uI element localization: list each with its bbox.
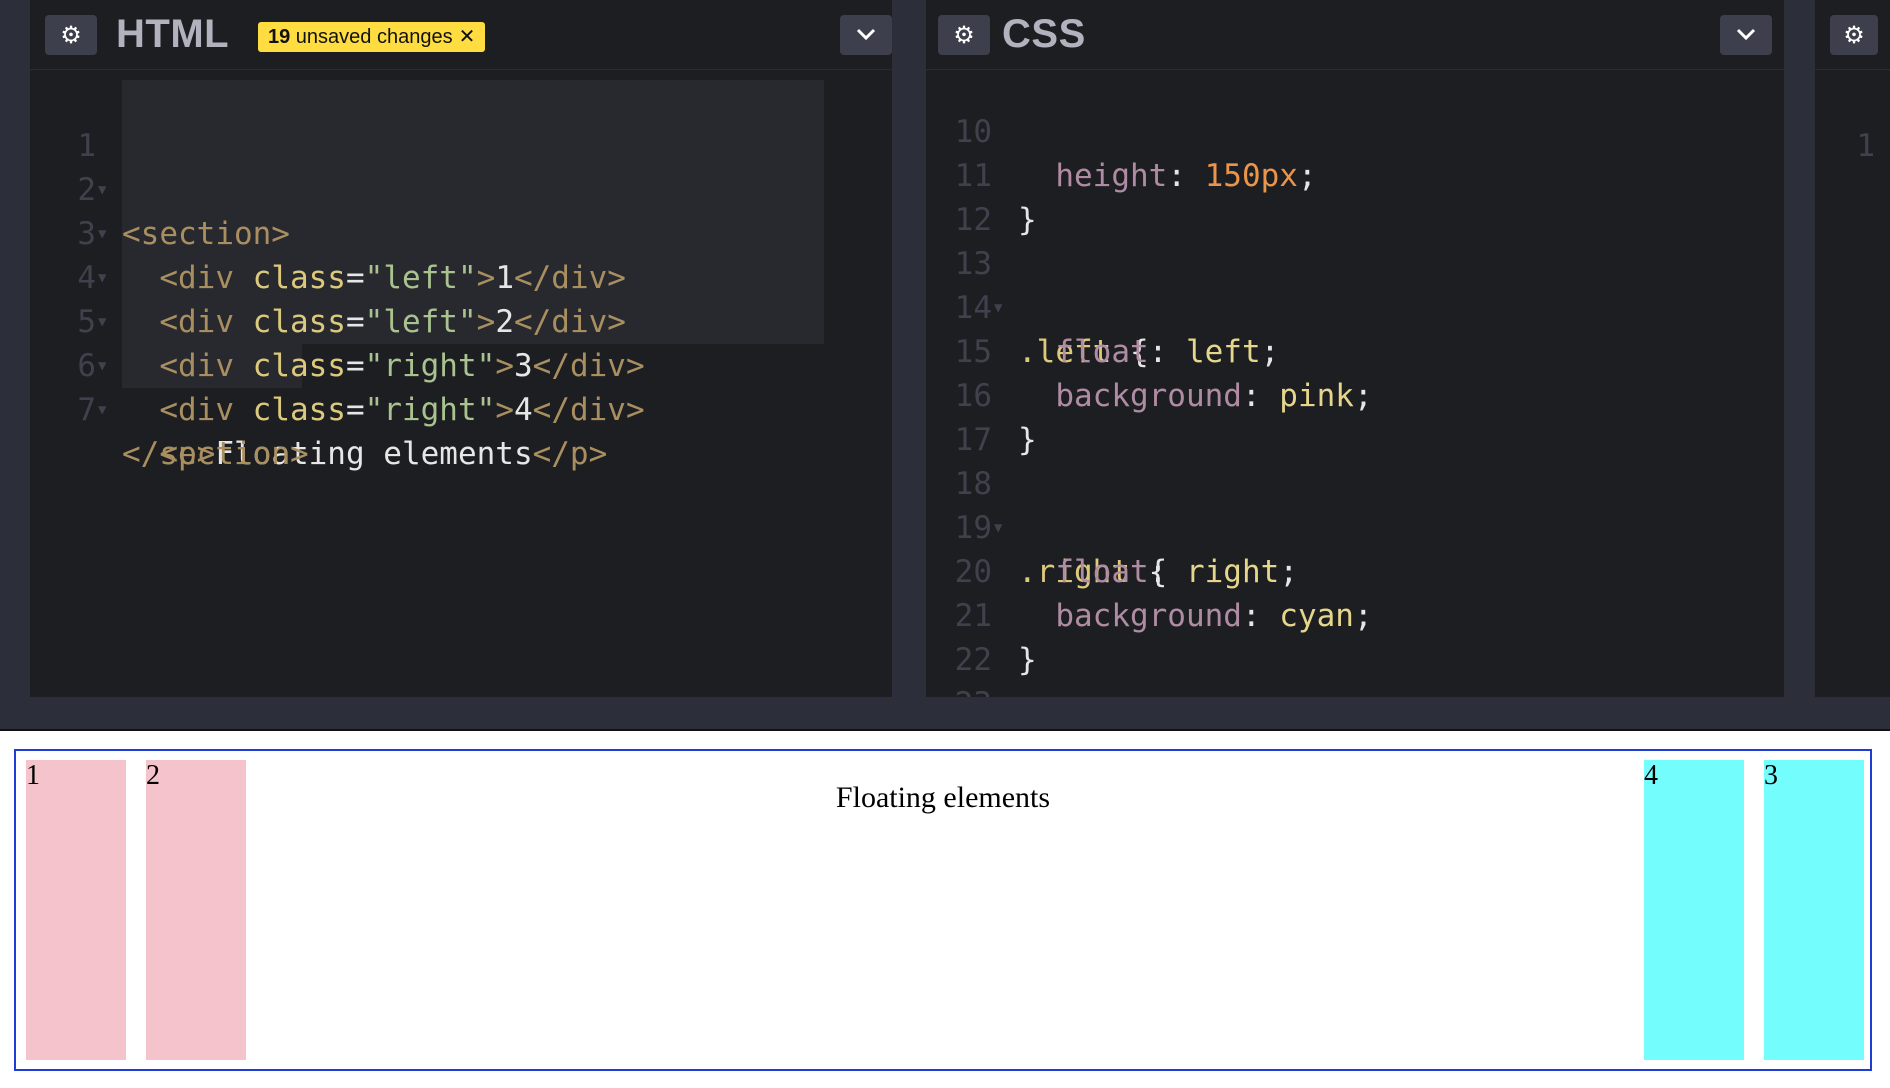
code-token: 1: [495, 260, 514, 296]
js-panel-header: ⚙: [1815, 0, 1890, 70]
html-collapse-button[interactable]: [840, 15, 892, 55]
code-line: 3 ▼ <div class="left">2</div>: [30, 168, 626, 340]
code-token: class: [252, 260, 346, 296]
js-code-area[interactable]: 1: [1815, 70, 1890, 697]
code-line: 22: [926, 594, 1075, 678]
chevron-down-icon: [856, 28, 876, 41]
css-settings-button[interactable]: ⚙: [938, 15, 990, 55]
code-line: 4 ▼ <div class="right">3</div>: [30, 212, 644, 384]
code-line: 1 ▼ <section>: [30, 80, 290, 252]
code-token: left: [1185, 334, 1261, 370]
code-token: :: [1241, 378, 1280, 414]
code-token: =: [345, 392, 365, 428]
gear-icon: ⚙: [60, 21, 82, 49]
code-line: 20 background: cyan;: [926, 506, 1373, 634]
code-token: "right": [364, 348, 496, 384]
editor-area: ⚙ HTML 19 unsaved changes ✕ 1 ▼ <section>…: [0, 0, 1890, 697]
code-token: 2: [495, 304, 514, 340]
css-collapse-button[interactable]: [1720, 15, 1772, 55]
css-code-area[interactable]: 10 height: 150px; 11 } 12 13 ▼ .left { 1…: [926, 70, 1784, 697]
code-token: :: [1148, 334, 1186, 370]
code-token: >: [495, 348, 514, 384]
preview-paragraph: Floating elements: [835, 781, 1051, 814]
code-token: ;: [1279, 554, 1298, 590]
code-line: 2 ▼ <div class="left">1</div>: [30, 124, 626, 296]
code-token: ;: [1297, 158, 1317, 194]
code-token: class: [252, 348, 346, 384]
code-token: </p>: [532, 436, 608, 472]
gear-icon: ⚙: [1843, 21, 1865, 49]
code-line: 15 background: pink;: [926, 286, 1373, 414]
js-settings-button[interactable]: ⚙: [1830, 15, 1878, 55]
html-editor-panel: ⚙ HTML 19 unsaved changes ✕ 1 ▼ <section>…: [30, 0, 892, 697]
code-token: "right": [364, 392, 496, 428]
code-line: 17: [926, 374, 1075, 458]
line-number: 23: [926, 682, 992, 697]
close-icon[interactable]: ✕: [459, 22, 476, 52]
code-line: 13 ▼ .left {: [926, 198, 1149, 370]
unsaved-count: 19: [268, 26, 291, 48]
code-line: 11 }: [926, 110, 1075, 238]
code-token: :: [1241, 598, 1280, 634]
code-line: 18 ▼ .right {: [926, 418, 1168, 590]
line-number: 1: [1856, 128, 1875, 164]
css-panel-header: ⚙ CSS: [926, 0, 1784, 70]
preview-section: 1 2 4 3 Floating elements: [14, 749, 1872, 1071]
unsaved-label: unsaved changes: [290, 26, 453, 48]
html-code-area[interactable]: 1 ▼ <section> 2 ▼ <div class="left">1</d…: [30, 70, 892, 697]
code-token: >: [476, 304, 496, 340]
code-line: 6 ▼ <p>Floating elements</p>: [30, 300, 607, 472]
code-token: "left": [364, 260, 477, 296]
html-settings-button[interactable]: ⚙: [45, 15, 97, 55]
css-panel-title: CSS: [1002, 12, 1086, 56]
code-token: :: [1167, 158, 1205, 194]
gear-icon: ⚙: [953, 21, 975, 49]
code-token: background: [1055, 598, 1242, 634]
code-token: </div>: [513, 304, 626, 340]
code-token: 150px: [1204, 158, 1298, 194]
code-token: </div>: [532, 392, 645, 428]
code-token: cyan: [1279, 598, 1354, 634]
code-token: </div>: [532, 348, 645, 384]
code-token: ;: [1353, 598, 1373, 634]
code-token: right: [1185, 554, 1280, 590]
code-token: 4: [513, 392, 533, 428]
code-line: 21 }: [926, 550, 1075, 678]
html-panel-header: ⚙ HTML 19 unsaved changes ✕: [30, 0, 892, 70]
code-token: class: [252, 304, 346, 340]
preview-pane: 1 2 4 3 Floating elements: [0, 731, 1890, 1088]
code-token: </section>: [122, 436, 309, 472]
code-token: ;: [1260, 334, 1280, 370]
code-token: >: [495, 392, 514, 428]
html-panel-title: HTML: [116, 12, 230, 56]
chevron-down-icon: [1736, 28, 1756, 41]
line-number: 7: [77, 392, 96, 428]
code-token: >: [476, 260, 496, 296]
code-line: 7 </section>: [30, 344, 308, 472]
unsaved-changes-badge[interactable]: 19 unsaved changes ✕: [258, 22, 486, 52]
code-token: =: [345, 260, 365, 296]
code-line: 14 float: left;: [926, 242, 1280, 370]
js-editor-panel: ⚙ 1: [1815, 0, 1890, 697]
resize-bar[interactable]: [0, 697, 1890, 731]
code-line: 16 }: [926, 330, 1075, 458]
code-token: =: [345, 304, 365, 340]
code-line: 10 height: 150px;: [926, 66, 1317, 194]
css-editor-panel: ⚙ CSS 10 height: 150px; 11 } 12 13 ▼ .le…: [926, 0, 1784, 697]
code-line: 19 float: right;: [926, 462, 1298, 590]
code-token: ;: [1353, 378, 1373, 414]
code-line: 12: [926, 154, 1075, 238]
code-token: pink: [1279, 378, 1354, 414]
code-token: background: [1055, 378, 1242, 414]
code-token: "left": [364, 304, 477, 340]
code-line: 1: [1815, 80, 1890, 164]
code-token: class: [252, 392, 346, 428]
code-line: 23 ▼ p {: [926, 638, 1075, 697]
code-token: =: [345, 348, 365, 384]
code-line: 5 ▼ <div class="right">4</div>: [30, 256, 644, 428]
code-token: :: [1148, 554, 1186, 590]
code-token: </div>: [513, 260, 626, 296]
code-token: 3: [513, 348, 533, 384]
